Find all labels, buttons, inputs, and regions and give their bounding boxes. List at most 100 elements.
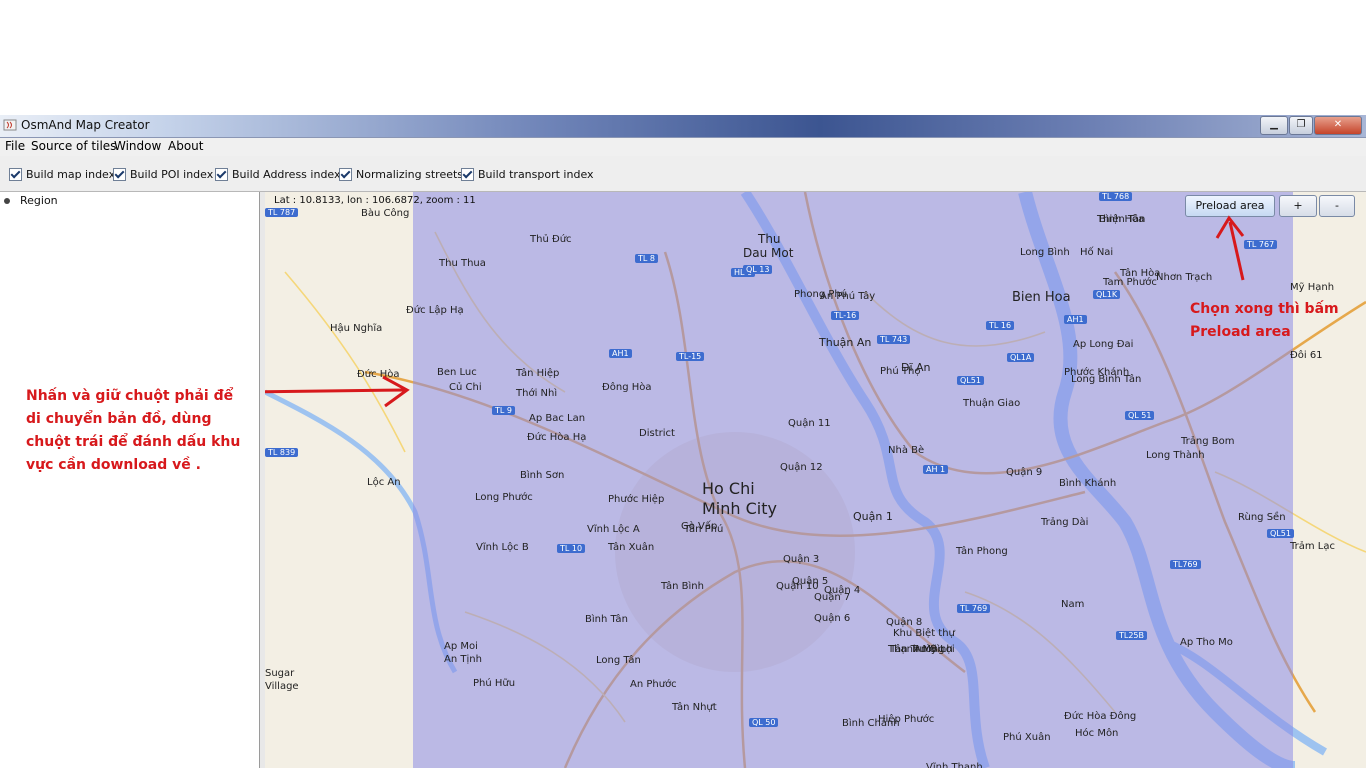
map-place-label: Quận 12 xyxy=(780,462,823,473)
checkbox-mark[interactable] xyxy=(461,167,474,181)
build-address-index-checkbox[interactable]: Build Address index xyxy=(215,167,341,181)
road-shield: TL769 xyxy=(1170,560,1201,569)
map-place-label: Phước Hiệp xyxy=(608,494,665,505)
map-place-label: Quận 3 xyxy=(783,554,820,565)
map-place-label: Long Thành xyxy=(1146,450,1205,461)
instruction-annotation-right: Chọn xong thì bấm Preload area xyxy=(1190,298,1339,344)
map-place-label: Long Tân xyxy=(596,655,641,666)
road-shield: TL 787 xyxy=(265,208,299,217)
checkbox-label: Build map index xyxy=(26,167,116,181)
map-place-label: Quận 11 xyxy=(788,418,831,429)
map-place-label: Mỹ Hạnh xyxy=(1290,282,1335,293)
tree-node-icon xyxy=(4,197,10,204)
annotation-line: Preload area xyxy=(1190,324,1291,340)
road-shield: TL25B xyxy=(1116,631,1148,640)
instruction-annotation-left: Nhấn và giữ chuột phải để di chuyển bản … xyxy=(26,385,240,477)
zoom-in-button[interactable]: + xyxy=(1279,195,1317,217)
road-shield: TL 9 xyxy=(492,406,515,415)
checkbox-mark[interactable] xyxy=(215,167,228,181)
map-place-label: Thu Thua xyxy=(439,258,486,269)
map-place-label: Bình Tân xyxy=(585,614,628,625)
checkbox-label: Build POI index xyxy=(130,167,214,181)
map-place-label: Đức Hòa Đông xyxy=(1064,711,1137,722)
tree-node-label: Region xyxy=(20,194,58,207)
map-place-label: Phú Xuân xyxy=(1003,732,1051,743)
map-place-label: Tân Phú xyxy=(684,524,724,535)
checkbox-mark[interactable] xyxy=(113,167,126,181)
map-place-label: District xyxy=(639,428,675,439)
road-shield: TL 8 xyxy=(635,254,658,263)
map-place-label: Lộc An xyxy=(367,477,401,488)
map-place-label: Trảng Bom xyxy=(1181,436,1235,447)
map-place-label: Đức Hòa Hạ xyxy=(527,432,587,443)
road-shield: QL51 xyxy=(957,376,984,385)
map-place-label: Tân Phong xyxy=(956,546,1008,557)
map-place-label: Quận 10 xyxy=(776,581,819,592)
map-place-label: Thu xyxy=(758,232,781,246)
road-shield: TL 768 xyxy=(1099,192,1133,201)
map-place-label: Tân Xuân xyxy=(608,542,655,553)
map-place-label: Bàu Công xyxy=(361,208,410,219)
zoom-out-button[interactable]: - xyxy=(1319,195,1355,217)
road-shield: AH1 xyxy=(609,349,632,358)
road-shield: TL-16 xyxy=(831,311,860,320)
map-place-label: Nhơn Trạch xyxy=(1156,272,1213,283)
normalizing-streets-checkbox[interactable]: Normalizing streets xyxy=(339,167,463,181)
map-place-label: Thới Nhì xyxy=(516,388,558,399)
road-shield: QL 50 xyxy=(749,718,779,727)
java-app-icon xyxy=(3,119,17,131)
map-place-label: An Phú Tây xyxy=(820,291,876,302)
build-poi-index-checkbox[interactable]: Build POI index xyxy=(113,167,213,181)
map-place-label: Nhà Bè xyxy=(888,445,925,456)
map-place-label: Quận 6 xyxy=(814,613,851,624)
checkbox-mark[interactable] xyxy=(9,167,22,181)
road-shield: TL 769 xyxy=(957,604,991,613)
map-place-label: Hố Nai xyxy=(1080,247,1114,258)
map-place-label: An Phước xyxy=(630,679,677,690)
menu-window[interactable]: Window xyxy=(114,139,161,153)
window-title-bar[interactable]: OsmAnd Map Creator ▁ ❐ ✕ xyxy=(0,115,1366,138)
menu-source-of-tiles[interactable]: Source of tiles xyxy=(31,139,116,153)
road-shield: TL 16 xyxy=(986,321,1015,330)
road-shield: QL 51 xyxy=(1125,411,1155,420)
build-transport-index-checkbox[interactable]: Build transport index xyxy=(461,167,594,181)
map-place-label: Trảng Dài xyxy=(1041,517,1089,528)
road-shield: TL 839 xyxy=(265,448,299,457)
checkbox-mark[interactable] xyxy=(339,167,352,181)
road-shield: TL 10 xyxy=(557,544,586,553)
map-place-label: Bien Hoa xyxy=(1012,290,1071,305)
map-place-label: An Tịnh xyxy=(444,654,482,665)
map-view[interactable]: Ho Chi Minh City Thu Dau Mot Bien Hoa Dĩ An Th… xyxy=(265,192,1366,768)
map-place-label: Tân Hiệp xyxy=(516,368,560,379)
road-shield: TL-15 xyxy=(676,352,705,361)
minimize-button[interactable]: ▁ xyxy=(1260,116,1288,135)
preload-area-button[interactable]: Preload area xyxy=(1185,195,1275,217)
map-place-label: Ap Tho Mo xyxy=(1180,637,1233,648)
map-place-label: Quận 9 xyxy=(1006,467,1043,478)
road-shield: AH1 xyxy=(1064,315,1087,324)
map-place-label: Rùng Sền xyxy=(1238,512,1286,523)
road-shield: TL 743 xyxy=(877,335,911,344)
map-place-label: Tân Hòa xyxy=(1120,268,1161,279)
map-place-label: Thuận An xyxy=(819,336,872,349)
region-tree-panel[interactable]: Region xyxy=(0,192,260,768)
checkbox-label: Normalizing streets xyxy=(356,167,464,181)
menu-about[interactable]: About xyxy=(168,139,203,153)
map-place-label: Long Phước xyxy=(475,492,533,503)
map-place-label: Ap Long Đai xyxy=(1073,339,1134,350)
map-place-label: Hiệp Phước xyxy=(878,714,935,725)
tree-node-region[interactable]: Region xyxy=(4,194,58,207)
map-place-label: Sugar xyxy=(265,668,295,679)
map-place-label: Khu Biệt thự xyxy=(893,628,955,639)
map-place-label: Ap Bac Lan xyxy=(529,413,586,424)
map-place-label: Ho Chi xyxy=(702,479,755,498)
menu-file[interactable]: File xyxy=(5,139,25,153)
build-map-index-checkbox[interactable]: Build map index xyxy=(9,167,115,181)
close-button[interactable]: ✕ xyxy=(1314,116,1362,135)
road-shield: AH 1 xyxy=(923,465,949,474)
map-place-label: Ben Luc xyxy=(437,367,477,378)
window-title: OsmAnd Map Creator xyxy=(21,118,150,132)
maximize-button[interactable]: ❐ xyxy=(1289,116,1313,135)
map-place-label: Dau Mot xyxy=(743,246,794,260)
map-place-label: Đức Lập Hạ xyxy=(406,305,464,316)
